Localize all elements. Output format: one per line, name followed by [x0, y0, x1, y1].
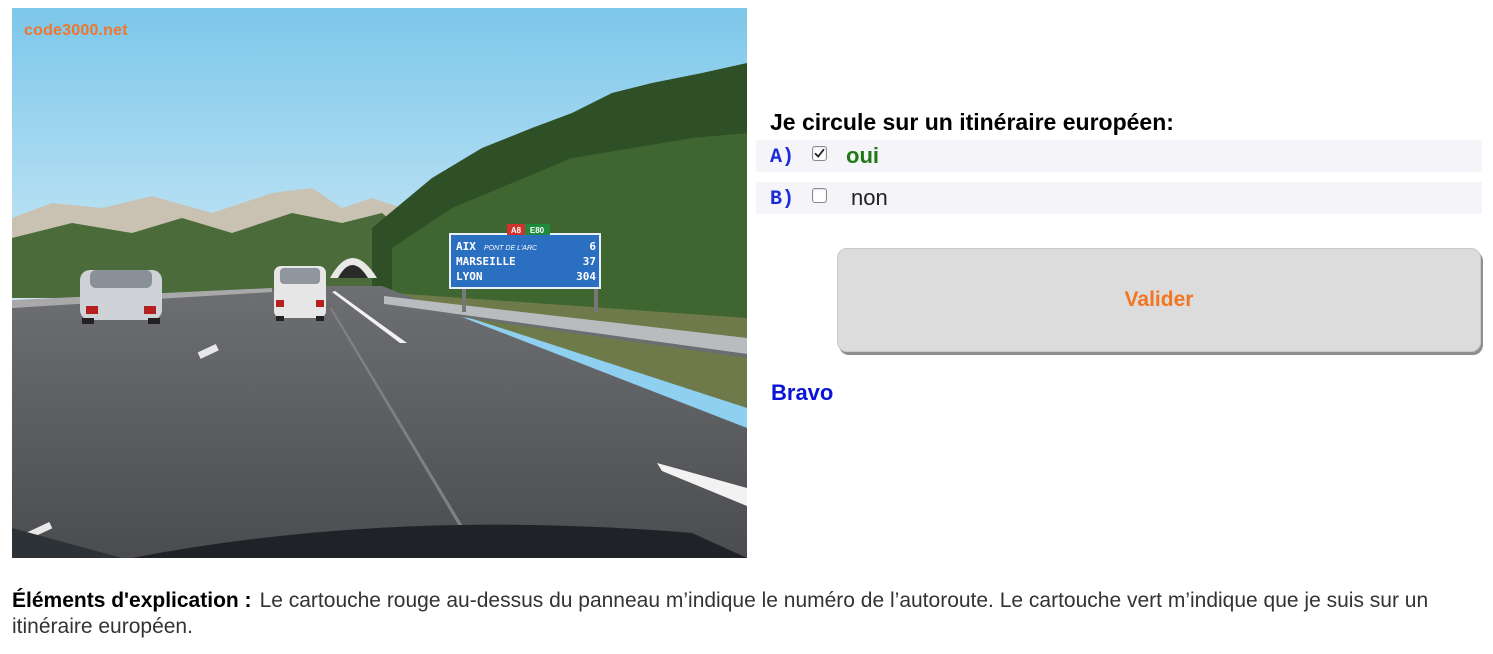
validate-button[interactable]: Valider [837, 248, 1481, 352]
answer-option-b[interactable]: B) non [756, 182, 1482, 214]
road-scene-image: A8 E80 AIX PONT DE L'ARC 6 MARSEILLE 37 … [12, 8, 747, 558]
answer-label-a: oui [846, 143, 879, 168]
answer-letter: A) [770, 146, 795, 169]
sign-dest-1: AIX [456, 240, 476, 253]
answer-checkbox-a[interactable] [812, 146, 827, 161]
answer-label-b: non [851, 185, 888, 210]
sign-dist-1: 6 [589, 240, 596, 253]
explanation: Éléments d'explication : Le cartouche rou… [12, 588, 1482, 640]
answer-checkbox-b[interactable] [812, 188, 827, 203]
sign-dest-1-sub: PONT DE L'ARC [484, 245, 538, 252]
cartouche-red-label: A8 [511, 226, 522, 235]
sign-dest-2: MARSEILLE [456, 255, 516, 268]
sign-dest-3: LYON [456, 270, 483, 283]
answer-letter: B) [770, 188, 795, 211]
sign-dist-2: 37 [583, 255, 596, 268]
cartouche-green-label: E80 [530, 226, 545, 235]
answer-option-a[interactable]: A) oui [756, 140, 1482, 172]
car-left [80, 270, 162, 324]
check-icon [814, 148, 825, 158]
watermark: code3000.net [24, 22, 128, 39]
question-text: Je circule sur un itinéraire européen: [770, 109, 1174, 135]
sign-dist-3: 304 [576, 270, 596, 283]
result-message: Bravo [771, 380, 834, 405]
car-center [274, 266, 326, 321]
highway-photo: A8 E80 AIX PONT DE L'ARC 6 MARSEILLE 37 … [12, 8, 747, 558]
explanation-label: Éléments d'explication : [12, 589, 252, 612]
